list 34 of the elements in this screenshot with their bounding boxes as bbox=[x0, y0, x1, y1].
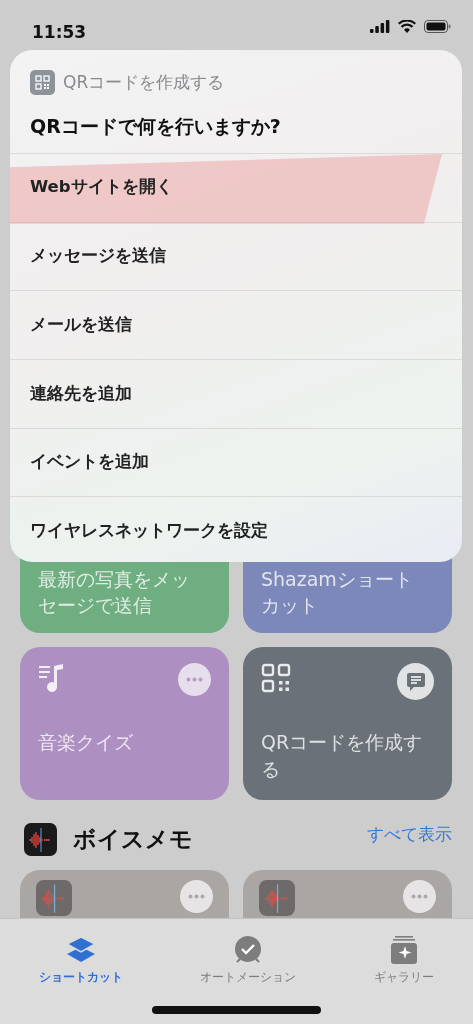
option-row[interactable]: メールを送信 bbox=[10, 291, 462, 361]
layers-icon bbox=[64, 935, 97, 965]
voice-memo-icon bbox=[24, 822, 57, 856]
shortcut-card[interactable]: 音楽クイズ bbox=[20, 647, 229, 800]
option-row[interactable]: Webサイトを開く bbox=[10, 154, 462, 223]
option-row[interactable]: 連絡先を追加 bbox=[10, 360, 462, 429]
section-title: ボイスメモ bbox=[73, 825, 193, 854]
voice-memo-card[interactable] bbox=[20, 870, 229, 918]
battery-icon bbox=[424, 20, 451, 33]
message-button[interactable] bbox=[397, 663, 434, 700]
voice-memo-icon bbox=[36, 880, 72, 916]
ellipsis-icon bbox=[186, 677, 203, 682]
voice-memo-icon bbox=[259, 880, 295, 916]
voice-memo-card[interactable] bbox=[243, 870, 452, 918]
tab-item[interactable]: ギャラリー bbox=[374, 935, 435, 987]
ellipsis-icon bbox=[411, 894, 428, 899]
message-bubble-icon bbox=[405, 671, 426, 692]
gallery-icon bbox=[389, 935, 420, 965]
option-row[interactable]: イベントを追加 bbox=[10, 428, 462, 498]
ellipsis-icon bbox=[188, 894, 205, 899]
wifi-icon bbox=[398, 20, 416, 33]
qr-code-icon bbox=[261, 663, 291, 693]
status-time: 11:53 bbox=[32, 21, 87, 44]
option-row[interactable]: メッセージを送信 bbox=[10, 222, 462, 292]
qr-code-icon bbox=[30, 70, 55, 95]
shortcut-card[interactable]: QRコードを作成する bbox=[243, 647, 452, 800]
clock-check-icon bbox=[233, 935, 264, 965]
prompt-title: QRコードで何を行いますか? bbox=[29, 114, 282, 139]
shortcut-name: QRコードを作成する bbox=[63, 71, 225, 94]
more-button[interactable] bbox=[178, 663, 211, 696]
tab-item[interactable]: オートメーション bbox=[200, 935, 297, 987]
tab-item[interactable]: ショートカット bbox=[38, 935, 123, 987]
signal-icon bbox=[370, 20, 390, 33]
see-all-link[interactable]: すべて表示 bbox=[367, 822, 452, 848]
